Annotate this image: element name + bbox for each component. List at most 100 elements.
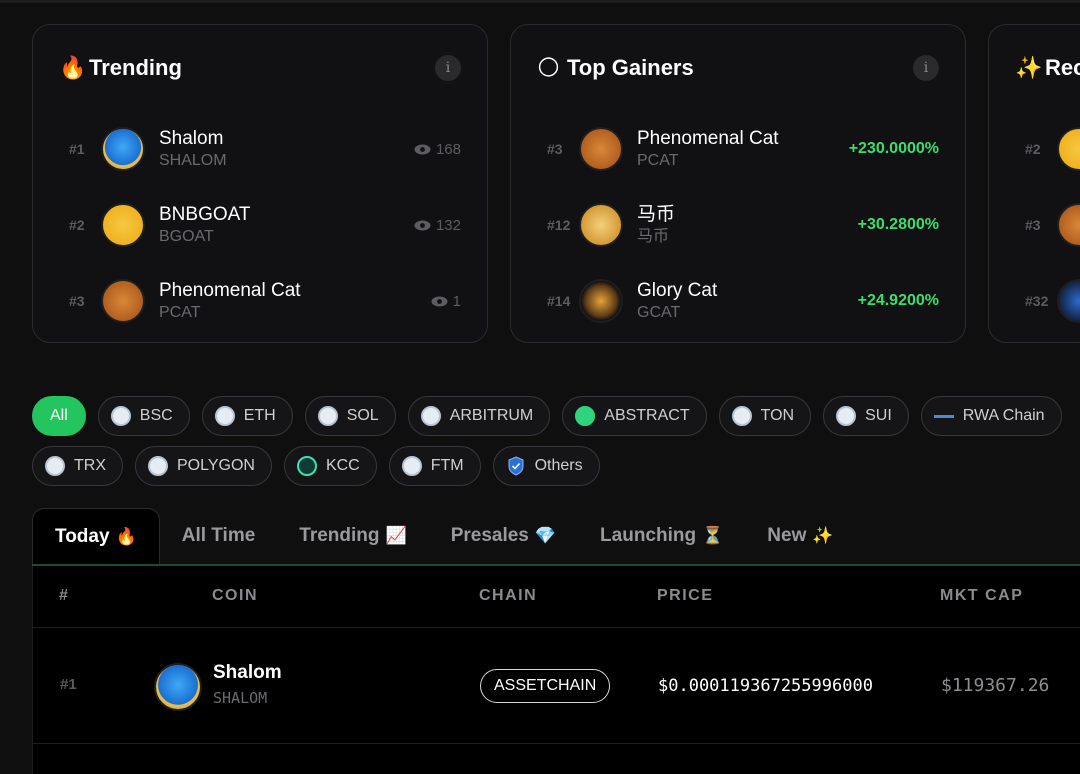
eye-icon — [431, 296, 448, 306]
card-header: 🔥 Trending i — [59, 25, 461, 111]
header-mkt-cap[interactable]: MKT CAP — [940, 587, 1023, 605]
coin-symbol: PCAT — [637, 151, 679, 169]
fire-icon: 🔥 — [59, 55, 87, 80]
tab-all-time[interactable]: All Time — [160, 508, 278, 564]
chip-label: ABSTRACT — [604, 407, 690, 424]
tab-today[interactable]: Today 🔥 — [32, 508, 160, 564]
header-price[interactable]: PRICE — [657, 587, 713, 605]
shalom-coin-icon — [154, 663, 202, 711]
list-item[interactable]: #3 Phenomenal Cat PCAT 1 — [59, 263, 461, 339]
coin-name: Shalom — [213, 662, 282, 683]
list-item[interactable]: #3 — [1015, 187, 1080, 263]
card-title: Trending — [89, 55, 182, 80]
list-item[interactable]: #32 — [1015, 263, 1080, 339]
chain-filter-eth[interactable]: ETH — [201, 396, 293, 436]
rank: #14 — [547, 293, 571, 309]
tab-trending[interactable]: Trending 📈 — [277, 508, 428, 564]
chain-filter-polygon[interactable]: POLYGON — [135, 446, 272, 486]
chip-label: TRX — [74, 457, 106, 474]
tab-presales[interactable]: Presales 💎 — [429, 508, 578, 564]
chain-filter-others[interactable]: Others — [492, 446, 600, 486]
views: 132 — [414, 217, 461, 234]
chain-filter-sol[interactable]: SOL — [304, 396, 396, 436]
card-list: #2 #3 #32 — [1015, 111, 1080, 339]
chip-label: Others — [534, 457, 583, 474]
chain-filter-row: All BSC ETH SOL ARBITRUM ABSTRACT TON SU… — [32, 396, 1080, 436]
list-item[interactable]: #2 BNBGOAT BGOAT 132 — [59, 187, 461, 263]
card-list: #1 Shalom SHALOM 168 #2 BNBGOAT BGOAT 13… — [59, 111, 461, 339]
rank: #32 — [1025, 293, 1049, 309]
chain-filters: All BSC ETH SOL ARBITRUM ABSTRACT TON SU… — [32, 396, 1080, 496]
header-chain: CHAIN — [479, 587, 538, 604]
chain-filter-ton[interactable]: TON — [718, 396, 812, 436]
coin-names: Shalom SHALOM — [159, 128, 227, 169]
tab-launching[interactable]: Launching ⏳ — [578, 508, 745, 564]
list-item[interactable]: #2 — [1015, 111, 1080, 187]
chain-filter-ftm[interactable]: FTM — [388, 446, 481, 486]
shalom-coin-icon — [101, 127, 145, 171]
gain-percent: +30.2800% — [857, 216, 939, 233]
chain-filter-abstract[interactable]: ABSTRACT — [562, 396, 707, 436]
table-header: # COIN CHAIN PRICE MKT CAP — [33, 566, 1080, 628]
chart-up-icon: 📈 — [385, 526, 407, 545]
card-header: ✨ Recently Added — [1015, 25, 1080, 111]
info-icon[interactable]: i — [913, 55, 939, 81]
list-item[interactable]: #12 马币 马币 +30.2800% — [537, 187, 939, 263]
horse-coin-icon — [579, 203, 623, 247]
trx-icon — [45, 456, 65, 476]
tab-label: Today — [55, 525, 110, 547]
rank: #3 — [547, 141, 563, 157]
moon-icon: 🌕 — [537, 55, 560, 80]
chip-label: SUI — [865, 407, 892, 424]
phenomenal-cat-coin-icon — [579, 127, 623, 171]
bnbgoat-coin-icon — [101, 203, 145, 247]
sparkles-icon: ✨ — [812, 526, 834, 545]
chain-filter-arbitrum[interactable]: ARBITRUM — [407, 396, 551, 436]
listing-tabs: Today 🔥 All Time Trending 📈 Presales 💎 L… — [32, 508, 856, 564]
chip-label: ARBITRUM — [449, 407, 534, 424]
coin-symbol: SHALOM — [159, 151, 227, 169]
phenomenal-cat-coin-icon — [101, 279, 145, 323]
polygon-icon — [148, 456, 168, 476]
coin-icon — [1057, 279, 1080, 323]
shield-icon — [508, 456, 524, 476]
chip-label: POLYGON — [177, 457, 255, 474]
list-item[interactable]: #3 Phenomenal Cat PCAT +230.0000% — [537, 111, 939, 187]
chip-label: TON — [760, 407, 795, 424]
rwa-chain-icon — [933, 414, 954, 418]
chip-label: FTM — [430, 457, 464, 474]
chain-filter-trx[interactable]: TRX — [32, 446, 123, 486]
coin-symbol: 马币 — [637, 227, 670, 245]
coin-table: # COIN CHAIN PRICE MKT CAP #1 Shalom SHA… — [32, 566, 1080, 774]
header-rank: # — [59, 587, 70, 604]
tab-new[interactable]: New ✨ — [745, 508, 855, 564]
abstract-icon — [575, 406, 596, 426]
views: 1 — [431, 293, 461, 310]
chain-badge[interactable]: ASSETCHAIN — [480, 669, 611, 703]
chain-filter-kcc[interactable]: KCC — [283, 446, 377, 486]
coin-names: Glory Cat GCAT — [637, 280, 717, 321]
chain-filter-bsc[interactable]: BSC — [97, 396, 190, 436]
top-divider — [0, 0, 1080, 3]
list-item[interactable]: #1 Shalom SHALOM 168 — [59, 111, 461, 187]
rank: #3 — [1025, 217, 1041, 233]
card-list: #3 Phenomenal Cat PCAT +230.0000% #12 马币… — [537, 111, 939, 339]
chain-filter-all[interactable]: All — [32, 396, 86, 436]
card-title: Recently Added — [1045, 55, 1080, 80]
card-header: 🌕 Top Gainers i — [537, 25, 939, 111]
info-icon[interactable]: i — [435, 55, 461, 81]
list-item[interactable]: #14 Glory Cat GCAT +24.9200% — [537, 263, 939, 339]
rank: #2 — [69, 217, 85, 233]
glory-cat-coin-icon — [579, 279, 623, 323]
coin-names: Phenomenal Cat PCAT — [159, 280, 301, 321]
coin-name: BNBGOAT — [159, 203, 251, 225]
table-row[interactable]: #1 Shalom SHALOM ASSETCHAIN $0.000119367… — [33, 628, 1080, 744]
rank: #3 — [69, 293, 85, 309]
chain-filter-rwa-chain[interactable]: RWA Chain — [920, 396, 1062, 436]
coin-symbol: BGOAT — [159, 227, 214, 245]
coin-name: 马币 — [637, 203, 676, 225]
chain-filter-sui[interactable]: SUI — [823, 396, 909, 436]
tab-label: New — [767, 525, 807, 546]
eth-icon — [214, 406, 235, 426]
highlight-cards: 🔥 Trending i #1 Shalom SHALOM 168 #2 BNB… — [32, 24, 1080, 343]
